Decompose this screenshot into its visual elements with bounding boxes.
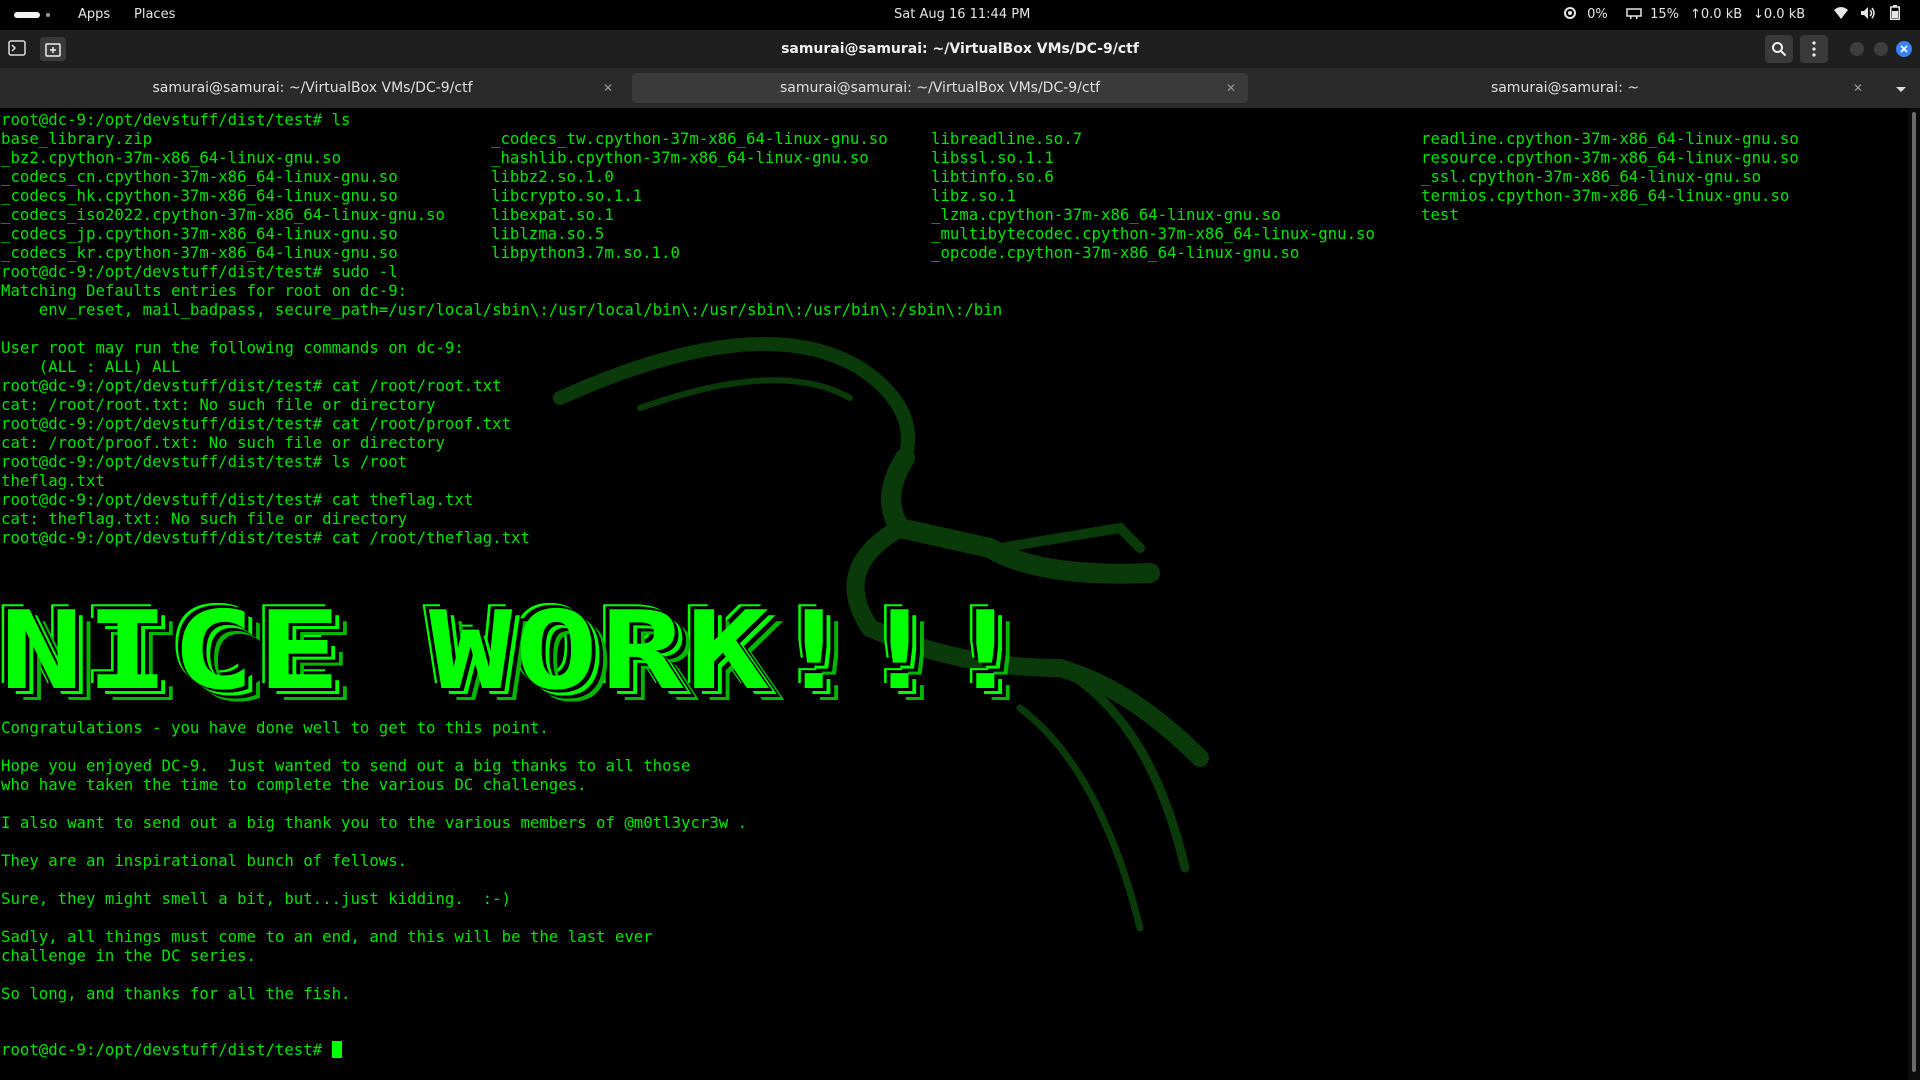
- scrollbar-thumb[interactable]: [1912, 112, 1916, 1072]
- prompt: root@dc-9:/opt/devstuff/dist/test#: [1, 110, 332, 129]
- ls-column-3: libreadline.so.7 libssl.so.1.1 libtinfo.…: [931, 129, 1375, 262]
- text-cursor: [331, 1041, 342, 1058]
- battery-icon[interactable]: [1890, 0, 1900, 30]
- net-up-indicator: ↑0.0 kB: [1690, 0, 1742, 30]
- close-icon[interactable]: ✕: [1226, 73, 1236, 103]
- maximize-button[interactable]: [1874, 42, 1888, 56]
- flag-message: Congratulations - you have done well to …: [1, 718, 748, 1003]
- search-icon: [1772, 42, 1787, 57]
- net-down-value: 0.0 kB: [1763, 7, 1806, 22]
- net-down-indicator: ↓0.0 kB: [1753, 0, 1805, 30]
- close-icon[interactable]: ✕: [1853, 73, 1863, 103]
- volume-icon[interactable]: [1860, 0, 1876, 30]
- places-menu[interactable]: Places: [134, 0, 175, 30]
- ls-column-4: readline.cpython-37m-x86_64-linux-gnu.so…: [1421, 129, 1799, 224]
- tab-label: samurai@samurai: ~/VirtualBox VMs/DC-9/c…: [152, 80, 473, 96]
- arrow-up-icon: ↑: [1690, 7, 1701, 22]
- tab-list-icon[interactable]: [1895, 80, 1907, 99]
- close-icon[interactable]: ✕: [603, 73, 613, 103]
- tab-3[interactable]: samurai@samurai: ~ ✕: [1255, 73, 1875, 103]
- terminal-session-output: root@dc-9:/opt/devstuff/dist/test# sudo …: [1, 262, 1003, 547]
- memory-indicator: 15%: [1626, 0, 1679, 30]
- window-title: samurai@samurai: ~/VirtualBox VMs/DC-9/c…: [781, 41, 1139, 57]
- terminal-input-line[interactable]: root@dc-9:/opt/devstuff/dist/test#: [1, 1040, 342, 1059]
- tab-2[interactable]: samurai@samurai: ~/VirtualBox VMs/DC-9/c…: [632, 73, 1248, 103]
- window-titlebar[interactable]: samurai@samurai: ~/VirtualBox VMs/DC-9/c…: [0, 30, 1920, 68]
- command: ls: [331, 110, 351, 129]
- activities-indicator[interactable]: [14, 12, 40, 18]
- scrollbar[interactable]: [1908, 108, 1920, 1080]
- menu-button[interactable]: [1800, 35, 1828, 63]
- net-up-value: 0.0 kB: [1700, 7, 1743, 22]
- close-button[interactable]: [1896, 41, 1912, 57]
- tab-1[interactable]: samurai@samurai: ~/VirtualBox VMs/DC-9/c…: [0, 73, 625, 103]
- tab-label: samurai@samurai: ~/VirtualBox VMs/DC-9/c…: [779, 80, 1101, 96]
- prompt: root@dc-9:/opt/devstuff/dist/test#: [1, 1040, 332, 1059]
- tab-label: samurai@samurai: ~: [1490, 80, 1640, 96]
- top-panel: Apps Places Sat Aug 16 11:44 PM 0% 15% ↑…: [0, 0, 1920, 30]
- workspace-dot: [46, 13, 50, 17]
- cpu-value: 0%: [1587, 7, 1608, 22]
- wifi-icon[interactable]: [1833, 0, 1849, 30]
- minimize-button[interactable]: [1850, 42, 1864, 56]
- tab-bar: samurai@samurai: ~/VirtualBox VMs/DC-9/c…: [0, 68, 1920, 108]
- cpu-icon: [1564, 7, 1576, 19]
- close-icon: [1900, 45, 1908, 53]
- clock[interactable]: Sat Aug 16 11:44 PM: [894, 0, 1030, 30]
- memory-icon: [1626, 8, 1642, 19]
- terminal-view[interactable]: root@dc-9:/opt/devstuff/dist/test# ls ba…: [0, 108, 1908, 1080]
- apps-menu[interactable]: Apps: [78, 0, 110, 30]
- arrow-down-icon: ↓: [1753, 7, 1764, 22]
- menu-icon: [1812, 41, 1816, 57]
- search-button[interactable]: [1765, 35, 1793, 63]
- terminal-line: root@dc-9:/opt/devstuff/dist/test# ls: [1, 110, 350, 129]
- ls-column-1: base_library.zip _bz2.cpython-37m-x86_64…: [1, 129, 445, 262]
- ls-column-2: _codecs_tw.cpython-37m-x86_64-linux-gnu.…: [491, 129, 888, 262]
- memory-value: 15%: [1650, 7, 1680, 22]
- ascii-banner: NICE WORK!!!: [0, 589, 1030, 714]
- cpu-indicator: 0%: [1563, 0, 1608, 30]
